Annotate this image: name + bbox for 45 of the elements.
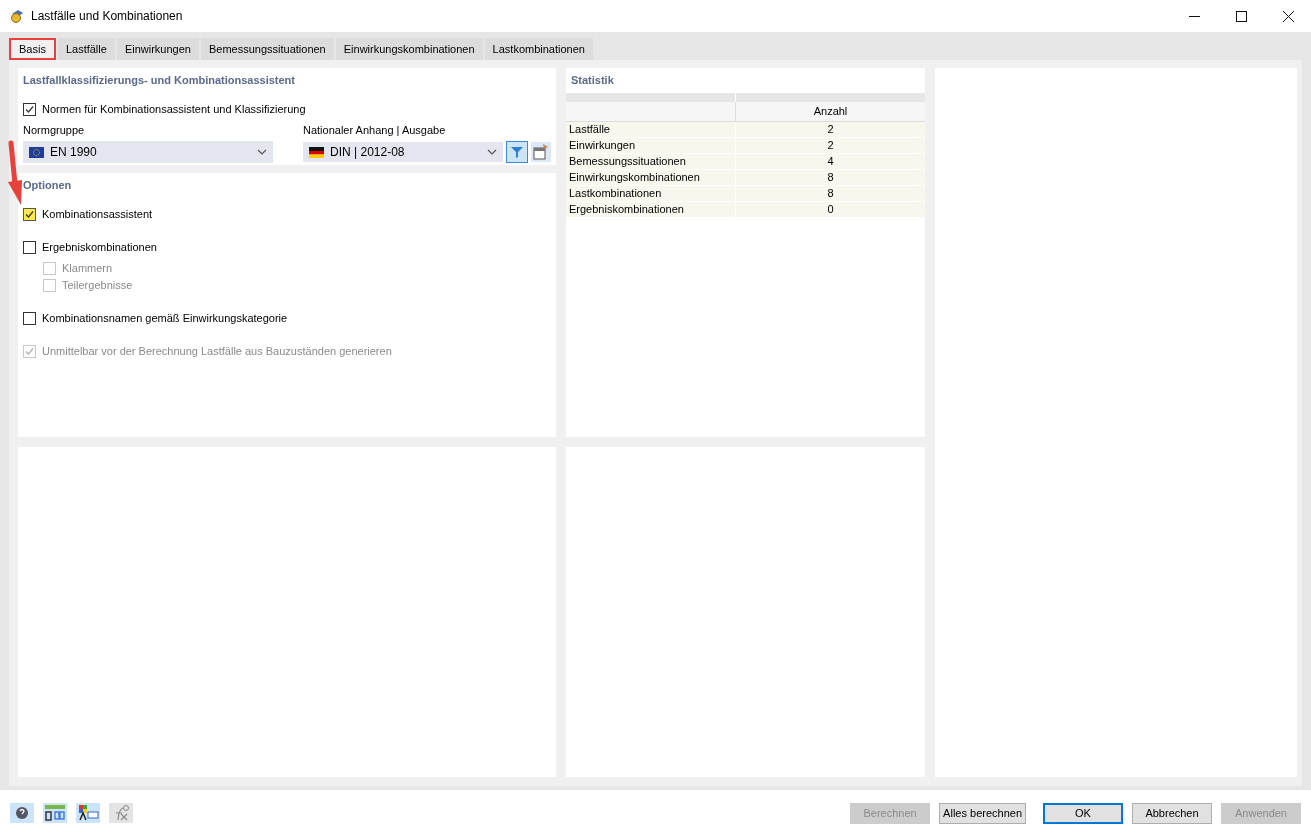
checkbox[interactable] <box>23 102 36 116</box>
display-settings-icon[interactable] <box>76 803 100 823</box>
checkbox-label: Normen für Kombinationsassistent und Klassifizierung <box>42 101 306 117</box>
checkbox-label: Klammern <box>62 260 113 276</box>
checkbox[interactable] <box>23 207 36 221</box>
filter-button[interactable] <box>506 141 528 163</box>
column-header: Anzahl <box>736 101 925 122</box>
tab[interactable]: Lastfälle <box>57 38 115 60</box>
dropdown-value: EN 1990 <box>50 144 97 161</box>
dropdown-value: DIN | 2012-08 <box>330 144 405 161</box>
tab[interactable]: Lastkombinationen <box>484 38 593 60</box>
chevron-icon <box>257 149 267 155</box>
dialog-button[interactable]: Alles berechnen <box>939 802 1026 824</box>
checkbox-label: Unmittelbar vor der Berechnung Lastfälle aus Bauzuständen generieren <box>42 343 392 359</box>
dialog-button[interactable]: OK <box>1043 802 1123 824</box>
close-icon[interactable] <box>1283 10 1294 22</box>
app-icon <box>9 8 25 24</box>
chevron-icon <box>487 149 497 155</box>
checkbox-label: Kombinationsnamen gemäß Einwirkungskategorie <box>42 310 288 326</box>
field-label: Nationaler Anhang | Ausgabe <box>303 122 447 138</box>
formula-icon[interactable] <box>109 803 133 823</box>
checkbox[interactable] <box>23 240 36 254</box>
flag-icon <box>309 146 324 158</box>
help-icon[interactable] <box>10 803 34 823</box>
clipboard-icon[interactable] <box>531 142 551 162</box>
flag-icon <box>29 146 44 158</box>
tab[interactable]: Einwirkungen <box>116 38 199 60</box>
window-title: Lastfälle und Kombinationen <box>31 8 183 25</box>
section-title: Statistik <box>570 73 615 88</box>
checkbox-label: Ergebniskombinationen <box>42 239 157 255</box>
decimal-places-icon[interactable] <box>43 803 67 823</box>
maximize-icon[interactable] <box>1236 10 1247 22</box>
filter-icon <box>511 146 523 158</box>
field-label: Normgruppe <box>23 122 86 138</box>
tab[interactable]: Einwirkungskombinationen <box>335 38 483 60</box>
section-title: Lastfallklassifizierungs- und Kombinationsassistent <box>23 73 296 88</box>
checkbox-label: Teilergebnisse <box>62 277 133 293</box>
checkbox-label: Kombinationsassistent <box>42 206 153 222</box>
tab[interactable]: Bemessungssituationen <box>200 38 334 60</box>
dropdown[interactable]: DIN | 2012-08 <box>303 142 503 162</box>
dialog-button[interactable]: Abbrechen <box>1132 802 1212 824</box>
checkbox[interactable] <box>23 311 36 325</box>
tab[interactable]: Basis <box>9 38 56 60</box>
section-title: Optionen <box>23 178 73 193</box>
dropdown[interactable]: EN 1990 <box>23 141 273 163</box>
